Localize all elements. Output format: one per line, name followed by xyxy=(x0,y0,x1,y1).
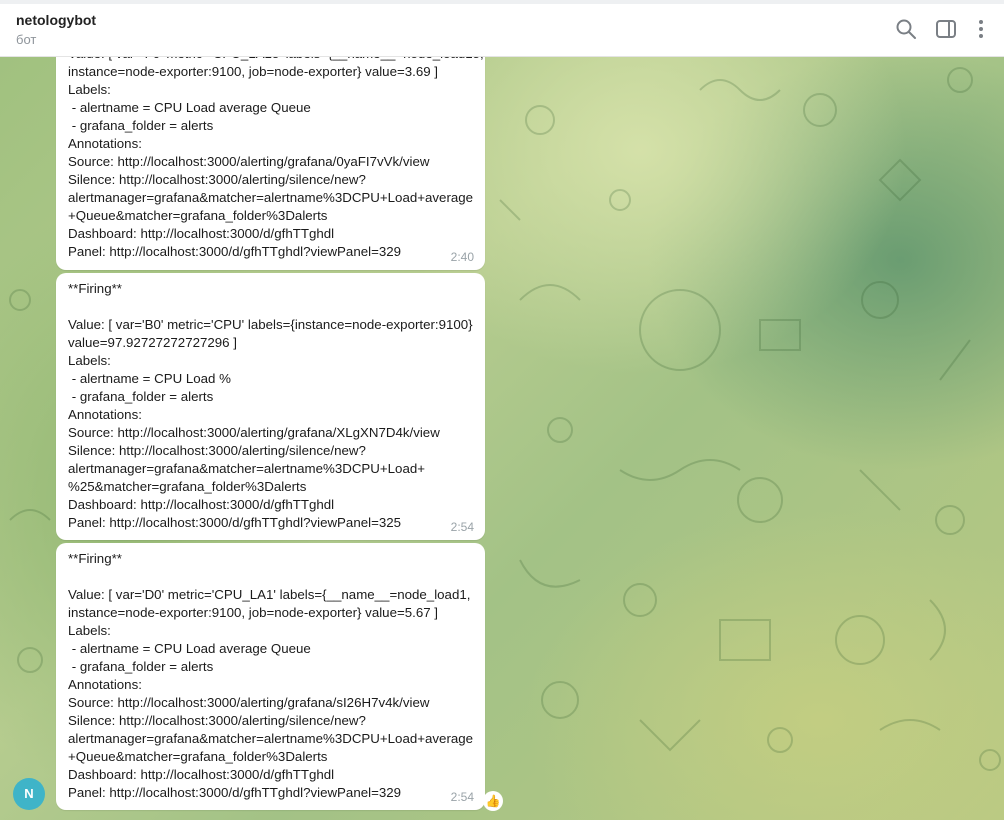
message-line: Dashboard: http://localhost:3000/d/gfhTT… xyxy=(68,767,335,782)
chat-header: netologybot бот xyxy=(0,0,1004,57)
message-line: Dashboard: http://localhost:3000/d/gfhTT… xyxy=(68,497,335,512)
message-bubble[interactable]: Value: [ var='F0' metric='CPU_LA15' labe… xyxy=(56,38,485,270)
message-line: Labels: xyxy=(68,623,111,638)
message-line: Silence: http://localhost:3000/alerting/… xyxy=(68,443,366,458)
more-vertical-icon[interactable] xyxy=(970,18,992,40)
message-line: Silence: http://localhost:3000/alerting/… xyxy=(68,172,366,187)
message-line: +Queue&matcher=grafana_folder%3Dalerts xyxy=(68,749,328,764)
search-icon[interactable] xyxy=(895,18,917,40)
message-line: Dashboard: http://localhost:3000/d/gfhTT… xyxy=(68,226,335,241)
chat-title[interactable]: netologybot xyxy=(16,12,96,28)
message-line: Silence: http://localhost:3000/alerting/… xyxy=(68,713,366,728)
message-line: **Firing** xyxy=(68,281,122,296)
message-line xyxy=(68,568,473,586)
message-line: - grafana_folder = alerts xyxy=(68,659,214,674)
sidebar-toggle-icon[interactable] xyxy=(935,18,957,40)
message-time: 2:40 xyxy=(450,250,474,264)
message-line: Panel: http://localhost:3000/d/gfhTTghdl… xyxy=(68,785,402,800)
message-line: alertmanager=grafana&matcher=alertname%3… xyxy=(68,190,474,205)
message-line: Labels: xyxy=(68,353,111,368)
thumbs-up-reaction[interactable]: 👍 xyxy=(483,791,503,811)
message-bubble[interactable]: **Firing** Value: [ var='B0' metric='CPU… xyxy=(56,273,485,540)
message-line: Annotations: xyxy=(68,136,142,151)
message-line: value=97.92727272727296 ] xyxy=(68,335,237,350)
message-line: alertmanager=grafana&matcher=alertname%3… xyxy=(68,731,474,746)
message-line: Annotations: xyxy=(68,407,142,422)
message-line: instance=node-exporter:9100, job=node-ex… xyxy=(68,64,438,79)
message-line: Value: [ var='B0' metric='CPU' labels={i… xyxy=(68,317,473,332)
message-line: Source: http://localhost:3000/alerting/g… xyxy=(68,695,430,710)
chat-subtitle: бот xyxy=(16,32,37,47)
message-line: Annotations: xyxy=(68,677,142,692)
window-top-strip xyxy=(0,0,1004,4)
message-line: - grafana_folder = alerts xyxy=(68,389,214,404)
message-line: Panel: http://localhost:3000/d/gfhTTghdl… xyxy=(68,244,402,259)
message-time: 2:54 xyxy=(450,520,474,534)
message-bubble[interactable]: **Firing** Value: [ var='D0' metric='CPU… xyxy=(56,543,485,810)
message-line: - grafana_folder = alerts xyxy=(68,118,214,133)
message-line: - alertname = CPU Load average Queue xyxy=(68,641,311,656)
message-time: 2:54 xyxy=(450,790,474,804)
message-line: Value: [ var='D0' metric='CPU_LA1' label… xyxy=(68,587,471,602)
message-line: instance=node-exporter:9100, job=node-ex… xyxy=(68,605,438,620)
message-line: %25&matcher=grafana_folder%3Dalerts xyxy=(68,479,307,494)
message-line: +Queue&matcher=grafana_folder%3Dalerts xyxy=(68,208,328,223)
message-line xyxy=(68,298,473,316)
message-line: Source: http://localhost:3000/alerting/g… xyxy=(68,425,440,440)
message-line: Labels: xyxy=(68,82,111,97)
message-line: - alertname = CPU Load average Queue xyxy=(68,100,311,115)
message-line: Panel: http://localhost:3000/d/gfhTTghdl… xyxy=(68,515,402,530)
message-line: - alertname = CPU Load % xyxy=(68,371,231,386)
avatar[interactable]: N xyxy=(13,778,45,810)
message-line: Source: http://localhost:3000/alerting/g… xyxy=(68,154,430,169)
message-line: alertmanager=grafana&matcher=alertname%3… xyxy=(68,461,426,476)
message-line: **Firing** xyxy=(68,551,122,566)
